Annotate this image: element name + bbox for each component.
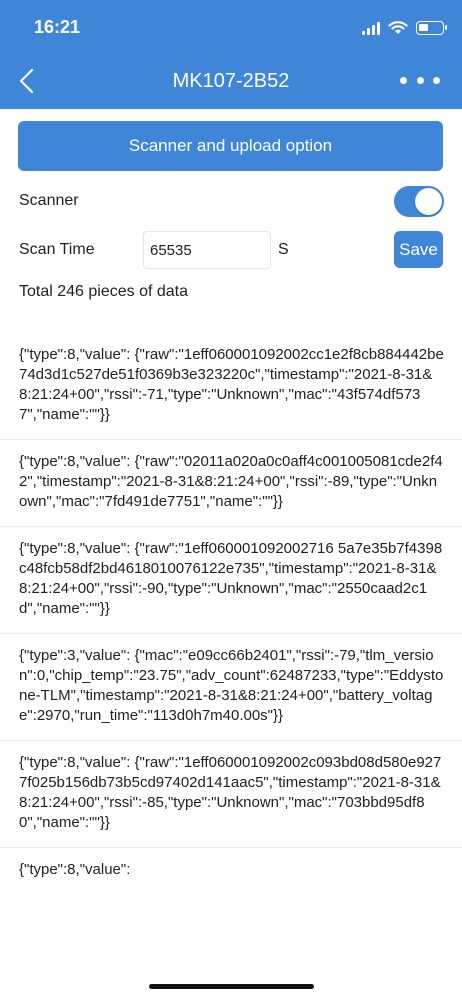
main-content: Scanner and upload option Scanner Scan T…: [0, 109, 462, 1000]
status-time: 16:21: [34, 17, 81, 37]
status-icons: [362, 19, 447, 37]
more-dot-icon: [433, 76, 440, 84]
home-indicator[interactable]: [149, 984, 314, 989]
scan-time-input[interactable]: [143, 231, 271, 269]
wifi-icon: [388, 21, 408, 34]
app-header: 16:21 MK107-2B52: [0, 0, 462, 109]
scanner-toggle[interactable]: [394, 186, 444, 217]
scan-data-list: {"type":8,"value": {"raw":"1eff060001092…: [0, 333, 462, 884]
list-item: {"type":8,"value": {"raw":"1eff060001092…: [0, 741, 462, 848]
scan-time-unit: S: [278, 241, 289, 258]
scanner-label: Scanner: [19, 192, 79, 209]
scanner-upload-option-button[interactable]: Scanner and upload option: [18, 121, 443, 171]
toggle-knob: [415, 188, 442, 215]
total-count-label: Total 246 pieces of data: [19, 283, 189, 300]
list-item: {"type":8,"value": {"raw":"1eff060001092…: [0, 527, 462, 634]
battery-icon: [416, 21, 447, 35]
page-title: MK107-2B52: [172, 70, 290, 92]
list-item: {"type":3,"value": {"mac":"e09cc66b2401"…: [0, 634, 462, 741]
status-bar: 16:21: [0, 0, 462, 50]
more-options-button[interactable]: [400, 69, 440, 91]
save-button[interactable]: Save: [394, 231, 443, 268]
more-dot-icon: [416, 76, 424, 84]
cellular-signal-icon: [362, 21, 380, 35]
scan-time-label: Scan Time: [19, 241, 95, 258]
list-item: {"type":8,"value": {"raw":"02011a020a0c0…: [0, 440, 462, 527]
nav-bar: MK107-2B52: [0, 50, 462, 109]
list-item: {"type":8,"value":: [19, 861, 131, 878]
list-item: {"type":8,"value": {"raw":"1eff060001092…: [0, 333, 462, 440]
more-dot-icon: [400, 76, 407, 84]
